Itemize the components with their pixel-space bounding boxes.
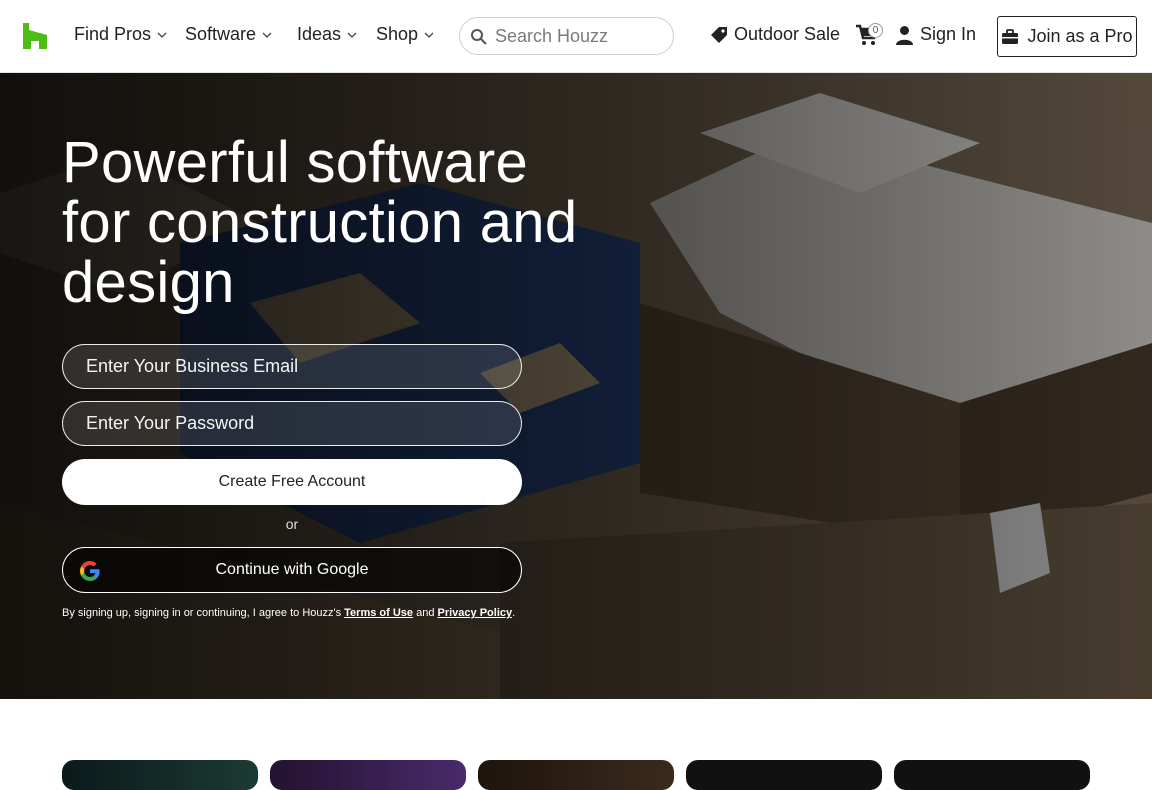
password-input[interactable] — [63, 402, 521, 445]
create-free-account-button[interactable]: Create Free Account — [62, 459, 522, 505]
legal-period: . — [512, 607, 516, 619]
search-icon — [471, 28, 487, 45]
search-bar[interactable] — [459, 17, 674, 55]
privacy-policy-link[interactable]: Privacy Policy — [438, 607, 513, 619]
houzz-logo-icon[interactable] — [23, 23, 47, 49]
chevron-down-icon — [262, 32, 272, 38]
chevron-down-icon — [157, 32, 167, 38]
feature-tile[interactable] — [686, 760, 882, 790]
or-divider: or — [285, 516, 299, 532]
join-as-pro-label: Join as a Pro — [1027, 26, 1133, 46]
signup-panel: Powerful software for construction and d… — [0, 73, 1152, 699]
nav-ideas[interactable]: Ideas — [297, 24, 358, 45]
nav-shop-label: Shop — [376, 24, 419, 44]
outdoor-sale-link[interactable]: Outdoor Sale — [710, 24, 840, 45]
feature-tile[interactable] — [62, 760, 258, 790]
feature-tile[interactable] — [478, 760, 674, 790]
cart-count-badge: 0 — [868, 23, 883, 38]
nav-shop[interactable]: Shop — [376, 24, 435, 45]
nav-find-pros[interactable]: Find Pros — [74, 24, 168, 45]
nav-find-pros-label: Find Pros — [74, 24, 152, 44]
feature-tiles-row — [0, 760, 1152, 790]
legal-and: and — [413, 607, 438, 619]
business-email-input[interactable] — [63, 345, 521, 388]
sign-in-link[interactable]: Sign In — [895, 24, 976, 45]
tag-icon — [711, 26, 727, 43]
search-input[interactable] — [493, 24, 667, 48]
nav-software-label: Software — [185, 24, 257, 44]
nav-software[interactable]: Software — [185, 24, 273, 45]
google-icon — [80, 561, 100, 581]
feature-tile[interactable] — [270, 760, 466, 790]
continue-with-google-button[interactable]: Continue with Google — [62, 547, 522, 593]
password-field[interactable] — [62, 401, 522, 446]
legal-prefix: By signing up, signing in or continuing,… — [62, 607, 345, 619]
nav-ideas-label: Ideas — [297, 24, 342, 44]
chevron-down-icon — [347, 32, 357, 38]
briefcase-icon — [1002, 28, 1019, 44]
top-header: Find Pros Software Ideas Shop Outdoor Sa… — [0, 0, 1152, 73]
chevron-down-icon — [424, 32, 434, 38]
hero-title: Powerful software for construction and d… — [62, 130, 578, 315]
continue-with-google-label: Continue with Google — [215, 561, 369, 578]
email-field[interactable] — [62, 344, 522, 389]
outdoor-sale-label: Outdoor Sale — [734, 24, 841, 44]
terms-of-use-link[interactable]: Terms of Use — [344, 607, 413, 619]
feature-tile[interactable] — [894, 760, 1090, 790]
sign-in-label: Sign In — [920, 24, 977, 44]
legal-text: By signing up, signing in or continuing,… — [62, 606, 522, 621]
hero-section: Powerful software for construction and d… — [0, 73, 1152, 699]
user-icon — [896, 25, 913, 45]
join-as-pro-button[interactable]: Join as a Pro — [997, 16, 1137, 57]
